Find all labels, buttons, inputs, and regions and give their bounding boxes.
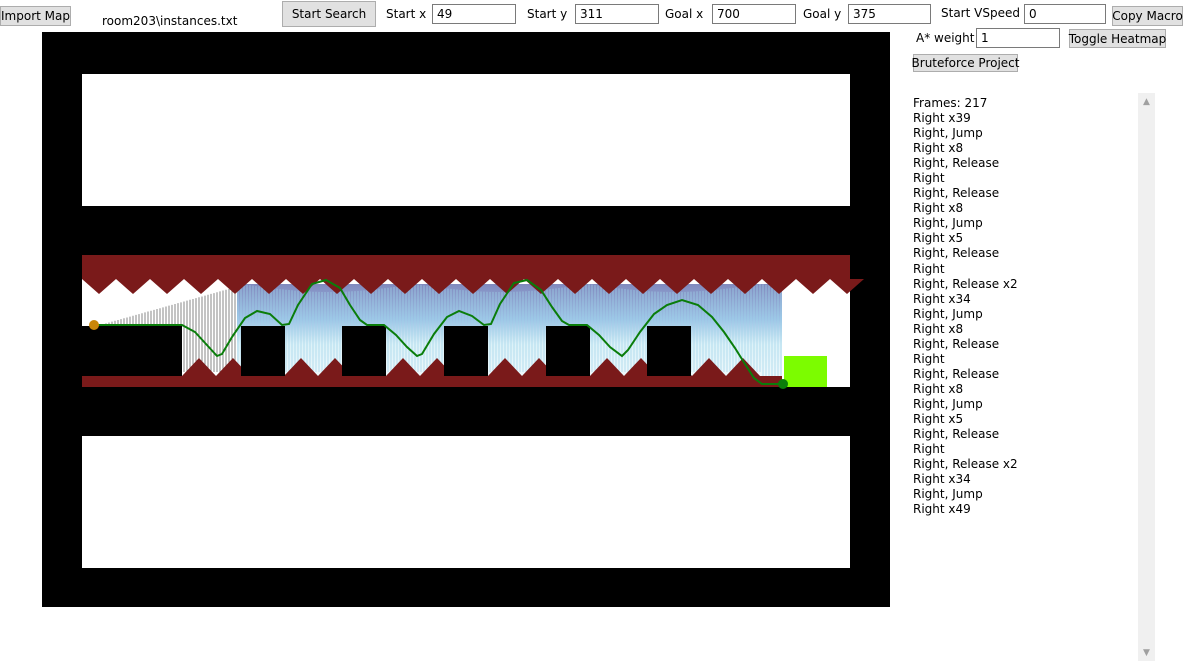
astar-weight-label: A* weight (916, 31, 975, 45)
macro-line: Right x5 (913, 231, 964, 246)
start-vspeed-input[interactable] (1024, 4, 1106, 24)
macro-line: Right x39 (913, 111, 971, 126)
macro-line: Right x34 (913, 291, 971, 306)
start-x-input[interactable] (432, 4, 516, 24)
start-marker (89, 320, 99, 330)
macro-line: Right (913, 442, 945, 457)
start-x-label: Start x (386, 7, 427, 21)
output-scrollbar[interactable]: ▲ ▼ (1138, 93, 1155, 661)
macro-line: Right, Release (913, 427, 1000, 442)
macro-line: Right x8 (913, 141, 964, 156)
macro-line: Right, Release x2 (913, 276, 1018, 291)
goal-block (784, 356, 827, 387)
start-y-input[interactable] (575, 4, 659, 24)
macro-lines: Right x39 Right, Jump Right x8 Right, Relea… (913, 111, 1133, 517)
macro-line: Right, Jump (913, 126, 983, 141)
scroll-down-icon[interactable]: ▼ (1138, 644, 1155, 661)
block-4 (546, 326, 590, 376)
lower-room (82, 436, 850, 568)
goal-y-label: Goal y (803, 7, 842, 21)
macro-line: Right, Jump (913, 487, 983, 502)
goal-marker (778, 379, 788, 389)
macro-line: Right, Release (913, 366, 1000, 381)
macro-line: Right x8 (913, 321, 964, 336)
block-3 (444, 326, 488, 376)
macro-line: Right x49 (913, 502, 971, 517)
macro-output: Frames: 217 Right x39 Right, Jump Right x8… (913, 96, 1133, 517)
bruteforce-project-button[interactable]: Bruteforce Project (912, 54, 1019, 72)
block-5 (647, 326, 691, 376)
astar-weight-input[interactable] (976, 28, 1060, 48)
macro-line: Right x34 (913, 472, 971, 487)
upper-room (82, 74, 850, 206)
start-search-button[interactable]: Start Search (282, 1, 376, 27)
macro-line: Right, Release x2 (913, 457, 1018, 472)
macro-line: Right x8 (913, 381, 964, 396)
block-1 (241, 326, 285, 376)
toggle-heatmap-button[interactable]: Toggle Heatmap (1069, 29, 1166, 48)
copy-macro-button[interactable]: Copy Macro (1112, 6, 1183, 26)
block-2 (342, 326, 386, 376)
start-ledge (82, 326, 182, 376)
macro-line: Right, Jump (913, 396, 983, 411)
map-canvas[interactable] (42, 32, 890, 607)
macro-line: Right, Jump (913, 216, 983, 231)
macro-line: Right (913, 351, 945, 366)
start-vspeed-label: Start VSpeed (941, 6, 1020, 20)
macro-line: Right, Release (913, 156, 1000, 171)
import-map-button[interactable]: Import Map (0, 6, 71, 26)
scroll-up-icon[interactable]: ▲ (1138, 93, 1155, 110)
macro-line: Right, Release (913, 336, 1000, 351)
start-y-label: Start y (527, 7, 568, 21)
macro-line: Right (913, 171, 945, 186)
macro-line: Right, Jump (913, 306, 983, 321)
macro-line: Right, Release (913, 186, 1000, 201)
goal-x-label: Goal x (665, 7, 704, 21)
macro-line: Right x5 (913, 411, 964, 426)
goal-y-input[interactable] (848, 4, 931, 24)
macro-line: Right, Release (913, 246, 1000, 261)
goal-x-input[interactable] (712, 4, 796, 24)
macro-line: Right (913, 261, 945, 276)
macro-line: Right x8 (913, 201, 964, 216)
frames-count: Frames: 217 (913, 96, 988, 110)
map-path-label: room203\instances.txt (102, 14, 238, 28)
